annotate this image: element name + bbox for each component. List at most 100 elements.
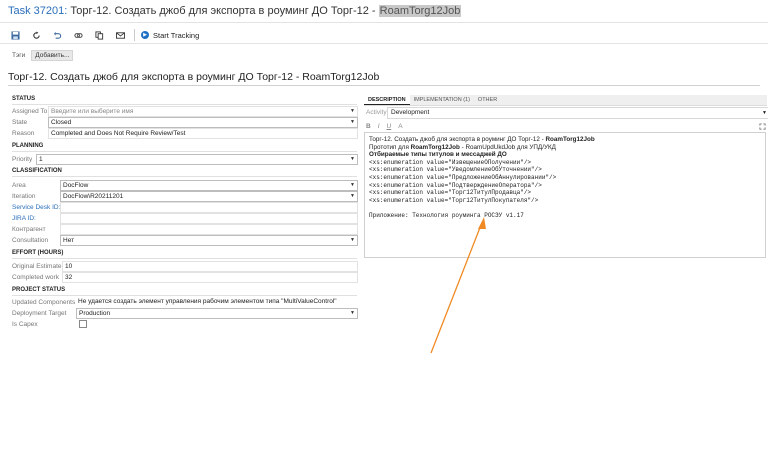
original-estimate-input[interactable]: 10 bbox=[62, 261, 358, 272]
underline-icon[interactable]: U bbox=[387, 123, 392, 130]
window-title-text: Торг-12. Создать джоб для экспорта в роу… bbox=[70, 5, 379, 17]
description-line-2-b: - RoamUpdUkdJob для УПД/УКД bbox=[459, 143, 556, 151]
planning-heading: PLANNING bbox=[12, 143, 44, 149]
chevron-down-icon: ▼ bbox=[350, 182, 355, 188]
chevron-down-icon: ▼ bbox=[350, 193, 355, 199]
work-item-title[interactable]: Торг-12. Создать джоб для экспорта в роу… bbox=[8, 69, 760, 86]
status-divider bbox=[12, 104, 357, 105]
assigned-to-placeholder: Введите или выберите имя bbox=[51, 108, 134, 115]
state-label: State bbox=[12, 119, 28, 126]
task-id-link[interactable]: Task 37201: bbox=[8, 5, 67, 17]
area-select[interactable]: DocFlow ▼ bbox=[60, 180, 358, 191]
description-editor[interactable]: Торг-12. Создать джоб для экспорта в роу… bbox=[364, 132, 766, 258]
planning-divider bbox=[12, 151, 357, 152]
email-icon[interactable] bbox=[113, 28, 127, 42]
italic-icon[interactable]: I bbox=[378, 123, 380, 130]
state-select[interactable]: Closed ▼ bbox=[48, 117, 358, 128]
state-value: Closed bbox=[51, 119, 72, 126]
play-icon: ▶ bbox=[141, 31, 149, 39]
refresh-icon[interactable] bbox=[29, 28, 43, 42]
tags-label: Тэги bbox=[12, 52, 26, 59]
title-divider bbox=[0, 22, 768, 23]
is-capex-checkbox[interactable] bbox=[79, 320, 87, 328]
enum-line: <xs:enumeration value="ПредложениеОбАнну… bbox=[369, 173, 557, 181]
assigned-to-label: Assigned To bbox=[12, 108, 48, 115]
project-status-divider bbox=[12, 295, 357, 296]
iteration-value: DocFlow\R20211201 bbox=[63, 193, 124, 200]
service-desk-input[interactable] bbox=[60, 202, 358, 213]
assigned-to-field[interactable]: Введите или выберите имя ▼ bbox=[48, 106, 358, 117]
updated-components-value: Не удается создать элемент управления ра… bbox=[78, 298, 337, 305]
deployment-target-value: Production bbox=[79, 310, 111, 317]
original-estimate-value: 10 bbox=[65, 263, 73, 270]
updated-components-label: Updated Components bbox=[12, 299, 76, 306]
chevron-down-icon: ▼ bbox=[350, 156, 355, 162]
counterparty-input[interactable] bbox=[60, 224, 358, 235]
description-line-1-bold: RoamTorg12Job bbox=[545, 136, 595, 143]
completed-work-label: Completed work bbox=[12, 274, 59, 281]
bold-icon[interactable]: B bbox=[366, 123, 371, 130]
reason-label: Reason bbox=[12, 130, 35, 137]
link-icon[interactable] bbox=[71, 28, 85, 42]
activity-label: Activity bbox=[366, 109, 387, 116]
tab-implementation[interactable]: IMPLEMENTATION (1) bbox=[410, 95, 474, 105]
save-icon[interactable] bbox=[8, 28, 22, 42]
consultation-label: Consultation bbox=[12, 237, 49, 244]
enum-line: <xs:enumeration value="УведомлениеОбУточ… bbox=[369, 166, 542, 174]
description-line-3: Отбираемые типы титулов и месcаджей ДО bbox=[369, 151, 507, 159]
toolbar-divider bbox=[0, 43, 768, 44]
toolbar-separator bbox=[134, 29, 135, 41]
deployment-target-label: Deployment Target bbox=[12, 310, 67, 317]
copy-icon[interactable] bbox=[92, 28, 106, 42]
iteration-label: Iteration bbox=[12, 193, 36, 200]
description-line-1: Торг-12. Создать джоб для экспорта в роу… bbox=[369, 136, 761, 144]
tab-other[interactable]: OTHER bbox=[474, 95, 501, 105]
jira-input[interactable] bbox=[60, 213, 358, 224]
chevron-down-icon: ▼ bbox=[762, 110, 767, 116]
tags-row: Тэги Добавить... bbox=[12, 50, 74, 61]
description-appendix: Приложение: Технология роуминга РОСЭУ v1… bbox=[369, 212, 524, 220]
window-title-highlight: RoamTorg12Job bbox=[378, 5, 462, 17]
chevron-down-icon: ▼ bbox=[350, 119, 355, 125]
description-line-2-a: Прототип для bbox=[369, 143, 411, 151]
start-tracking-button[interactable]: ▶ Start Tracking bbox=[141, 31, 199, 40]
iteration-select[interactable]: DocFlow\R20211201 ▼ bbox=[60, 191, 358, 202]
priority-value: 1 bbox=[39, 156, 43, 163]
toolbar: ▶ Start Tracking bbox=[8, 28, 199, 42]
completed-work-value: 32 bbox=[65, 274, 73, 281]
tab-description[interactable]: DESCRIPTION bbox=[364, 95, 410, 105]
activity-value: Development bbox=[391, 109, 430, 116]
enum-line: <xs:enumeration value="Торг12ТитулПокупа… bbox=[369, 196, 539, 204]
tab-bar: DESCRIPTION IMPLEMENTATION (1) OTHER bbox=[364, 95, 767, 106]
priority-select[interactable]: 1 ▼ bbox=[36, 154, 358, 165]
consultation-select[interactable]: Нет ▼ bbox=[60, 235, 358, 246]
effort-divider bbox=[12, 258, 357, 259]
activity-select[interactable]: Development ▼ bbox=[387, 107, 768, 119]
window-title: Task 37201: Торг-12. Создать джоб для эк… bbox=[8, 5, 462, 17]
consultation-value: Нет bbox=[63, 237, 75, 244]
chevron-down-icon: ▼ bbox=[350, 310, 355, 316]
reason-value: Completed and Does Not Require Review/Te… bbox=[51, 130, 186, 137]
add-tag-button[interactable]: Добавить... bbox=[31, 50, 74, 61]
chevron-down-icon: ▼ bbox=[350, 237, 355, 243]
completed-work-input[interactable]: 32 bbox=[62, 272, 358, 283]
original-estimate-label: Original Estimate bbox=[12, 263, 62, 270]
status-heading: STATUS bbox=[12, 96, 36, 102]
enum-line: <xs:enumeration value="Торг12ТитулПродав… bbox=[369, 189, 532, 197]
jira-label[interactable]: JIRA ID: bbox=[12, 215, 36, 222]
expand-icon[interactable] bbox=[759, 123, 766, 132]
reason-field[interactable]: Completed and Does Not Require Review/Te… bbox=[48, 128, 358, 139]
area-label: Area bbox=[12, 182, 26, 189]
classification-divider bbox=[12, 176, 357, 177]
priority-label: Priority bbox=[12, 156, 33, 163]
undo-icon[interactable] bbox=[50, 28, 64, 42]
font-color-icon[interactable]: A bbox=[398, 123, 402, 130]
updated-components-error: Не удается создать элемент управления ра… bbox=[76, 297, 356, 306]
description-line-1-text: Торг-12. Создать джоб для экспорта в роу… bbox=[369, 136, 546, 143]
service-desk-label[interactable]: Service Desk ID: bbox=[12, 204, 60, 211]
deployment-target-select[interactable]: Production ▼ bbox=[76, 308, 358, 319]
rte-toolbar: B I U A bbox=[366, 123, 410, 130]
classification-heading: CLASSIFICATION bbox=[12, 168, 62, 174]
enum-line: <xs:enumeration value="ИзвещениеОПолучен… bbox=[369, 158, 532, 166]
